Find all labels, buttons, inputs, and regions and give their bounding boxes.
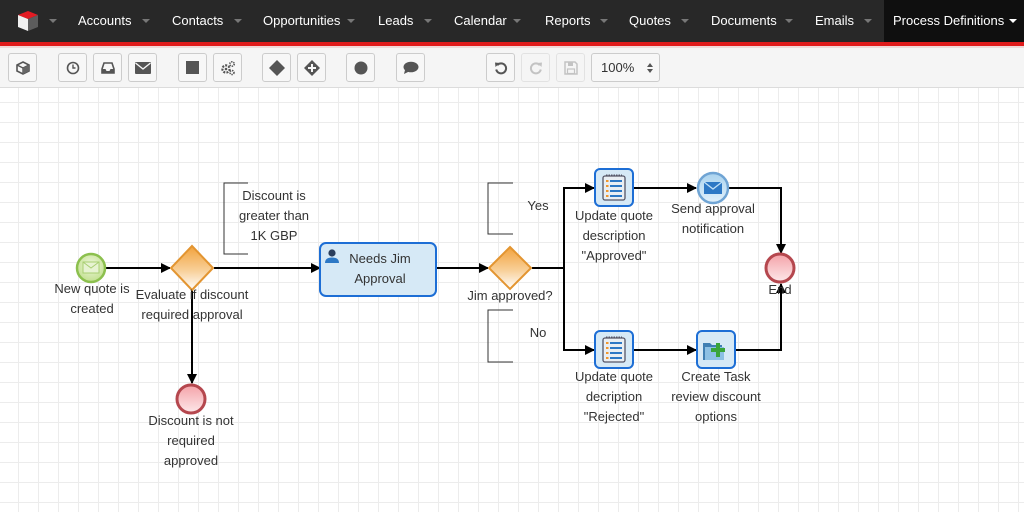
save-icon: [563, 60, 578, 75]
chevron-down-icon[interactable]: [234, 19, 242, 23]
undo-icon: [494, 61, 507, 74]
gateway2-label: Jim approved?: [467, 288, 553, 303]
end-not-required-label: Discount is not required approved: [131, 411, 251, 471]
label-line: required approval: [141, 307, 243, 322]
envelope-icon: [134, 61, 151, 74]
nav-quotes[interactable]: Quotes: [629, 0, 671, 42]
label-line: "Approved": [581, 248, 647, 263]
nav-leads[interactable]: Leads: [378, 0, 413, 42]
exclusive-gateway-tool-button[interactable]: [262, 53, 291, 82]
label-line: options: [695, 409, 737, 424]
label-line: 1K GBP: [250, 228, 298, 243]
square-icon: [186, 61, 199, 74]
label-line: notification: [681, 221, 745, 236]
nav-opportunities[interactable]: Opportunities: [263, 0, 340, 42]
end-event-not-required[interactable]: [175, 383, 207, 415]
task-update-approved-label: Update quote description "Approved": [559, 206, 669, 266]
diamond-icon: [268, 59, 285, 76]
select-arrows-icon: [647, 63, 653, 73]
nav-calendar[interactable]: Calendar: [454, 0, 507, 42]
chevron-down-icon[interactable]: [600, 19, 608, 23]
nav-process-definitions[interactable]: Process Definitions: [893, 0, 1004, 42]
label-line: Send approval: [671, 201, 755, 216]
undo-button[interactable]: [486, 53, 515, 82]
label-line: approved: [163, 453, 219, 468]
logo-caret-icon[interactable]: [49, 19, 57, 23]
save-button[interactable]: [556, 53, 585, 82]
zoom-level-value: 100%: [601, 60, 635, 75]
end-event-label: End: [768, 282, 792, 297]
task-create-label: Create Task review discount options: [661, 367, 771, 427]
send-notification-label: Send approval notification: [658, 199, 768, 239]
checklist-icon: [602, 336, 626, 363]
inbox-event-tool-button[interactable]: [93, 53, 122, 82]
folder-add-icon: [703, 343, 725, 360]
chevron-down-icon[interactable]: [424, 19, 432, 23]
parallel-gateway-tool-button[interactable]: [297, 53, 326, 82]
message-event-tool-button[interactable]: [128, 53, 157, 82]
annotation-yes-text: Yes: [527, 198, 549, 213]
label-line: Create Task: [681, 369, 751, 384]
nav-emails[interactable]: Emails: [815, 0, 854, 42]
nav-accounts[interactable]: Accounts: [78, 0, 131, 42]
chevron-down-icon[interactable]: [513, 19, 521, 23]
task-tool-button[interactable]: [178, 53, 207, 82]
chevron-down-icon[interactable]: [681, 19, 689, 23]
envelope-icon: [82, 261, 100, 274]
gateway1-label: Evaluate if discount required approval: [127, 285, 257, 325]
nav-documents[interactable]: Documents: [711, 0, 777, 42]
label-line: description: [582, 228, 646, 243]
label-line: required: [167, 433, 215, 448]
label-line: Approval: [354, 271, 406, 286]
diamond-plus-icon: [303, 59, 320, 76]
label-line: Needs Jim: [349, 251, 411, 266]
circle-icon: [354, 61, 367, 74]
start-message-event[interactable]: [75, 252, 107, 284]
task-create-review[interactable]: [696, 330, 736, 369]
label-line: Update quote: [574, 208, 654, 223]
gears-icon: [220, 60, 235, 75]
script-task-update-rejected[interactable]: [594, 330, 634, 369]
zoom-level-select[interactable]: 100%: [591, 53, 660, 82]
chevron-down-icon[interactable]: [142, 19, 150, 23]
label-line: "Rejected": [583, 409, 645, 424]
nav-contacts[interactable]: Contacts: [172, 0, 223, 42]
cube-icon: [15, 60, 30, 75]
chevron-down-icon[interactable]: [785, 19, 793, 23]
suitecrm-logo-icon[interactable]: [16, 9, 40, 33]
label-line: decription: [585, 389, 643, 404]
end-event[interactable]: [764, 252, 796, 284]
label-line: Discount is: [242, 188, 306, 203]
end-event-tool-button[interactable]: [346, 53, 375, 82]
label-line: review discount: [671, 389, 761, 404]
annotation-no-text: No: [529, 325, 547, 340]
envelope-icon: [703, 181, 723, 194]
script-task-update-approved[interactable]: [594, 168, 634, 207]
designer-toolbar: 100%: [0, 48, 1024, 88]
label-line: Update quote: [574, 369, 654, 384]
label-line: Discount is not: [148, 413, 234, 428]
redo-icon: [529, 61, 542, 74]
chevron-down-icon[interactable]: [347, 19, 355, 23]
annotation-tool-button[interactable]: [396, 53, 425, 82]
annotation-discount-text: Discount is greater than 1K GBP: [224, 186, 324, 246]
redo-button[interactable]: [521, 53, 550, 82]
clock-icon: [66, 61, 79, 74]
chevron-down-icon[interactable]: [864, 19, 872, 23]
task-jim-label: Needs Jim Approval: [340, 249, 420, 289]
inbox-icon: [100, 61, 115, 74]
pool-tool-button[interactable]: [8, 53, 37, 82]
chevron-down-icon[interactable]: [1009, 19, 1017, 23]
comment-icon: [403, 61, 418, 74]
top-nav: Accounts Contacts Opportunities Leads Ca…: [0, 0, 1024, 42]
settings-tool-button[interactable]: [213, 53, 242, 82]
checklist-icon: [602, 174, 626, 201]
label-line: Evaluate if discount: [135, 287, 249, 302]
timer-event-tool-button[interactable]: [58, 53, 87, 82]
label-line: greater than: [238, 208, 310, 223]
nav-reports[interactable]: Reports: [545, 0, 591, 42]
task-update-rejected-label: Update quote decription "Rejected": [559, 367, 669, 427]
